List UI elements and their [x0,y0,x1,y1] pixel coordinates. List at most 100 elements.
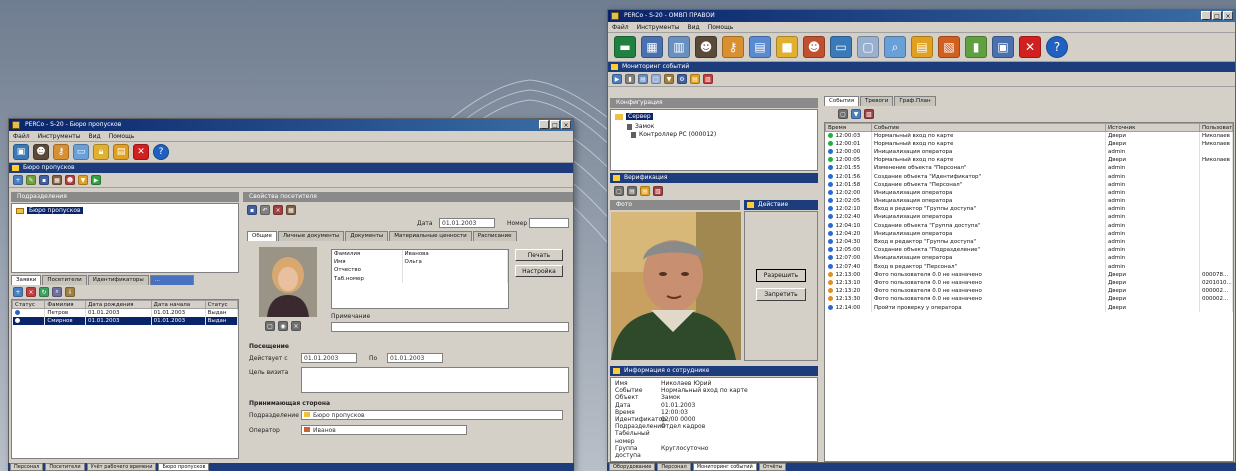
field-row[interactable]: Таб.номер [332,274,508,283]
window-multi-icon[interactable]: ▣ [992,36,1014,58]
events-clear-icon[interactable]: ▢ [838,109,848,119]
col-header-time[interactable]: Время [825,123,872,132]
tab-personal-docs[interactable]: Личные документы [277,231,345,241]
connect-icon[interactable]: ▣ [13,144,29,160]
table-row[interactable]: 12:13:00 Фото пользователя 0.0 не назначе… [825,270,1233,279]
events-filter-icon[interactable]: ▼ [851,109,861,119]
grid-icon[interactable]: ▦ [641,36,663,58]
photo-camera-icon[interactable]: ◉ [278,321,288,331]
task-tab-staff[interactable]: Персонал [657,463,691,471]
tab-events[interactable]: События [824,96,860,106]
minimize-button[interactable]: _ [1201,11,1211,20]
monitor-report-icon[interactable]: ▧ [703,74,713,84]
host-person-select[interactable]: Иванов [301,425,467,435]
col-header-source[interactable]: Источник [1105,123,1200,132]
window-icon[interactable]: ▢ [857,36,879,58]
tab-valuables[interactable]: Материальные ценности [389,231,472,241]
allow-button[interactable]: Разрешить [756,269,806,282]
report-icon[interactable]: ▧ [938,36,960,58]
key-icon[interactable]: ⚷ [722,36,744,58]
monitor-config-icon[interactable]: ⚙ [677,74,687,84]
lock-icon[interactable]: ■ [776,36,798,58]
events-report-icon[interactable]: ▧ [864,109,874,119]
table-row[interactable]: 12:01:56 Создание объекта "Идентификатор"… [825,172,1233,181]
table-row[interactable]: 12:04:30 Вход в редактор "Группы доступа"… [825,237,1233,247]
table-row[interactable]: 12:07:40 Вход в редактор "Персонал" admin [825,262,1233,271]
new-icon[interactable]: + [13,175,23,185]
col-header-start[interactable]: Дата начала [150,300,206,309]
maximize-button[interactable]: □ [1212,11,1222,20]
field-row[interactable]: Отчество [332,266,508,275]
detail-delete-icon[interactable]: × [273,205,283,215]
run-icon[interactable]: ▶ [91,175,101,185]
tab-visitors[interactable]: Посетители [42,275,87,285]
deny-button[interactable]: Запретить [756,288,806,301]
visit-purpose-field[interactable] [301,367,569,393]
visit-to-field[interactable]: 01.01.2003 [387,353,443,363]
tab-floor-plan[interactable]: Граф.План [894,96,936,106]
chart-icon[interactable]: ▮ [965,36,987,58]
table-row[interactable]: 12:05:00 Создание объекта "Подразделение"… [825,246,1233,255]
col-header-event[interactable]: Событие [871,123,1106,132]
monitor-folder-icon[interactable]: ▤ [690,74,700,84]
tab-more[interactable]: ... [149,275,194,285]
print-icon[interactable]: ▦ [52,175,62,185]
settings-button[interactable]: Настройка [515,265,563,277]
tab-identifiers[interactable]: Идентификаторы [87,275,149,285]
lock-icon[interactable]: 🔒︎ [93,144,109,160]
table-row[interactable]: 12:02:10 Вход в редактор "Группы доступа"… [825,205,1233,214]
maximize-button[interactable]: □ [550,120,560,129]
close-button[interactable]: × [561,120,571,129]
table-row[interactable]: 12:01:58 Создание объекта "Персонал" admin [825,180,1233,189]
table-row[interactable]: Смирнов 01.01.2003 01.01.2003 Выдан [12,316,238,325]
table-row[interactable]: 12:04:10 Создание объекта "Группа доступа… [825,221,1233,230]
menu-help[interactable]: Помощь [708,22,734,32]
photo-load-icon[interactable]: ▢ [265,321,275,331]
detail-number-field[interactable] [529,218,569,228]
verify-doc-icon[interactable]: ▢ [614,186,624,196]
table-row[interactable]: 12:13:10 Фото пользователя 0.0 не назначе… [825,278,1233,288]
menu-view[interactable]: Вид [688,22,700,32]
host-dept-select[interactable]: Бюро пропусков [301,410,563,420]
help-icon[interactable]: ? [153,144,169,160]
menu-file[interactable]: Файл [612,22,629,32]
menu-tools[interactable]: Инструменты [637,22,680,32]
menu-help[interactable]: Помощь [109,131,135,141]
save-icon[interactable]: ▪ [39,175,49,185]
folder-icon[interactable]: ▤ [113,144,129,160]
grid-add-icon[interactable]: + [13,287,23,297]
tab-documents[interactable]: Документы [345,231,389,241]
monitor-doc-icon[interactable]: ▢ [651,74,661,84]
minimize-button[interactable]: _ [539,120,549,129]
col-header-surname[interactable]: Фамилия [44,300,87,309]
task-tab-worktime[interactable]: Учёт рабочего времени [86,463,157,471]
tab-general[interactable]: Общие [247,231,277,241]
hardware-icon[interactable]: ▬ [614,36,636,58]
grid-export-icon[interactable]: ⇩ [65,287,75,297]
tab-schedule[interactable]: Расписание [472,231,517,241]
photo-clear-icon[interactable]: × [291,321,301,331]
table-row[interactable]: 12:13:30 Фото пользователя 0.0 не назначе… [825,295,1233,304]
grid-refresh-icon[interactable]: ↻ [39,287,49,297]
tree-item-lock[interactable]: Замок [627,123,813,130]
monitor-icon[interactable]: ▭ [73,144,89,160]
menu-file[interactable]: Файл [13,131,30,141]
col-header-user[interactable]: Пользователь [1199,123,1233,132]
calendar-icon[interactable]: ▤ [749,36,771,58]
monitor-pause-icon[interactable]: ▮ [625,74,635,84]
col-header-state[interactable]: Статус [12,300,46,309]
table-row[interactable]: 12:00:00 Инициализация оператора admin [825,147,1233,157]
verify-folder-icon[interactable]: ▤ [640,186,650,196]
search-icon[interactable]: ⌕ [884,36,906,58]
tree-root-item[interactable]: Бюро пропусков [16,207,234,214]
note-field[interactable] [331,322,569,332]
table-row[interactable]: Петров 01.01.2003 01.01.2003 Выдан [12,308,238,317]
table-row[interactable]: 12:00:05 Нормальный вход по карте Двери Ник… [825,156,1233,165]
edit-icon[interactable]: ✎ [26,175,36,185]
key-icon[interactable]: ⚷ [53,144,69,160]
monitor-list-icon[interactable]: ▤ [638,74,648,84]
user-add-icon[interactable]: ☻ [65,175,75,185]
table-row[interactable]: 12:02:05 Инициализация оператора admin [825,197,1233,206]
verify-report-icon[interactable]: ▧ [653,186,663,196]
table-row[interactable]: 12:13:20 Фото пользователя 0.0 не назначе… [825,287,1233,296]
